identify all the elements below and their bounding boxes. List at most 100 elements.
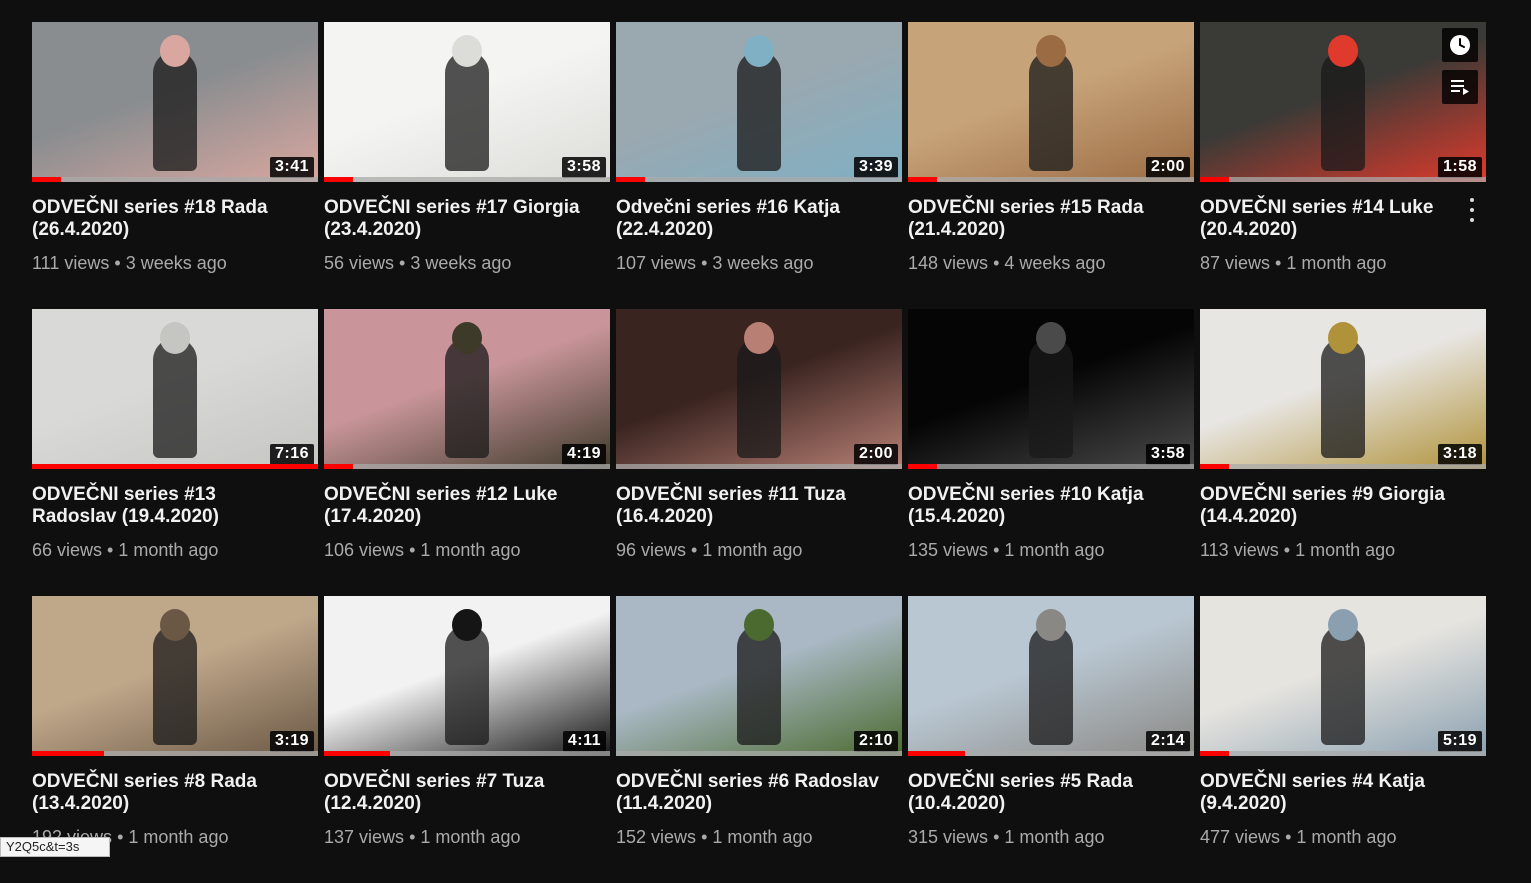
upload-age: 1 month ago [118, 540, 218, 560]
meta-separator: • [1284, 540, 1290, 560]
video-title[interactable]: ODVEČNI series #11 Tuza (16.4.2020) [616, 484, 902, 528]
video-card-12[interactable]: 4:11 ODVEČNI series #7 Tuza (12.4.2020) … [324, 596, 610, 883]
meta-separator: • [409, 540, 415, 560]
video-meta: 152 views • 1 month ago [616, 827, 902, 848]
video-title[interactable]: ODVEČNI series #6 Radoslav (11.4.2020) [616, 771, 902, 815]
video-thumbnail[interactable]: 3:18 [1200, 309, 1486, 469]
video-title[interactable]: ODVEČNI series #4 Katja (9.4.2020) [1200, 771, 1486, 815]
thumbnail-figure-head [744, 322, 774, 354]
meta-separator: • [409, 827, 415, 847]
meta-separator: • [399, 253, 405, 273]
meta-separator: • [701, 827, 707, 847]
upload-age: 1 month ago [1296, 827, 1396, 847]
video-thumbnail[interactable]: 2:10 [616, 596, 902, 756]
thumbnail-figure-head [160, 322, 190, 354]
queue-icon[interactable] [1442, 70, 1478, 104]
thumbnail-figure-head [160, 35, 190, 67]
thumbnail-figure [737, 625, 781, 745]
video-thumbnail[interactable]: 3:19 [32, 596, 318, 756]
video-thumbnail[interactable]: 5:19 [1200, 596, 1486, 756]
thumbnail-figure-head [1328, 609, 1358, 641]
resume-progress-fill [616, 177, 645, 182]
resume-progress-fill [1200, 751, 1229, 756]
thumbnail-figure [1321, 338, 1365, 458]
upload-age: 1 month ago [712, 827, 812, 847]
video-title[interactable]: ODVEČNI series #14 Luke (20.4.2020) [1200, 197, 1486, 241]
thumbnail-figure [153, 625, 197, 745]
video-thumbnail[interactable]: 3:39 [616, 22, 902, 182]
clock-icon[interactable] [1442, 28, 1478, 62]
video-thumbnail[interactable]: 2:14 [908, 596, 1194, 756]
video-title[interactable]: ODVEČNI series #12 Luke (17.4.2020) [324, 484, 610, 528]
thumbnail-figure [1321, 51, 1365, 171]
video-card-1[interactable]: 3:41 ODVEČNI series #18 Rada (26.4.2020)… [32, 22, 318, 309]
video-card-13[interactable]: 2:10 ODVEČNI series #6 Radoslav (11.4.20… [616, 596, 902, 883]
view-count: 96 views [616, 540, 686, 560]
video-meta: 111 views • 3 weeks ago [32, 253, 318, 274]
meta-separator: • [701, 253, 707, 273]
upload-age: 1 month ago [128, 827, 228, 847]
video-title[interactable]: ODVEČNI series #18 Rada (26.4.2020) [32, 197, 318, 241]
video-card-3[interactable]: 3:39 Odvečni series #16 Katja (22.4.2020… [616, 22, 902, 309]
video-thumbnail[interactable]: 3:58 [908, 309, 1194, 469]
video-title[interactable]: ODVEČNI series #9 Giorgia (14.4.2020) [1200, 484, 1486, 528]
view-count: 135 views [908, 540, 988, 560]
thumbnail-figure [153, 338, 197, 458]
video-card-6[interactable]: 7:16 ODVEČNI series #13 Radoslav (19.4.2… [32, 309, 318, 596]
video-title[interactable]: ODVEČNI series #10 Katja (15.4.2020) [908, 484, 1194, 528]
video-card-9[interactable]: 3:58 ODVEČNI series #10 Katja (15.4.2020… [908, 309, 1194, 596]
video-card-2[interactable]: 3:58 ODVEČNI series #17 Giorgia (23.4.20… [324, 22, 610, 309]
video-card-10[interactable]: 3:18 ODVEČNI series #9 Giorgia (14.4.202… [1200, 309, 1486, 596]
video-card-4[interactable]: 2:00 ODVEČNI series #15 Rada (21.4.2020)… [908, 22, 1194, 309]
upload-age: 3 weeks ago [410, 253, 511, 273]
video-title[interactable]: ODVEČNI series #13 Radoslav (19.4.2020) [32, 484, 318, 528]
view-count: 152 views [616, 827, 696, 847]
video-title[interactable]: ODVEČNI series #5 Rada (10.4.2020) [908, 771, 1194, 815]
video-card-5[interactable]: 1:58 ODVEČNI series #14 Luke (20.4.2020)… [1200, 22, 1486, 309]
thumbnail-figure-head [1036, 322, 1066, 354]
meta-separator: • [117, 827, 123, 847]
resume-progress-bar [32, 177, 318, 182]
view-count: 137 views [324, 827, 404, 847]
video-thumbnail[interactable]: 1:58 [1200, 22, 1486, 182]
thumbnail-figure-head [744, 609, 774, 641]
video-card-14[interactable]: 2:14 ODVEČNI series #5 Rada (10.4.2020) … [908, 596, 1194, 883]
upload-age: 1 month ago [1004, 827, 1104, 847]
thumbnail-figure-head [452, 322, 482, 354]
video-title[interactable]: ODVEČNI series #17 Giorgia (23.4.2020) [324, 197, 610, 241]
video-thumbnail[interactable]: 3:41 [32, 22, 318, 182]
resume-progress-bar [1200, 751, 1486, 756]
video-thumbnail[interactable]: 2:00 [908, 22, 1194, 182]
view-count: 66 views [32, 540, 102, 560]
video-meta: 56 views • 3 weeks ago [324, 253, 610, 274]
resume-progress-fill [32, 177, 61, 182]
video-title[interactable]: ODVEČNI series #8 Rada (13.4.2020) [32, 771, 318, 815]
resume-progress-fill [324, 464, 353, 469]
video-thumbnail[interactable]: 4:19 [324, 309, 610, 469]
video-thumbnail[interactable]: 3:58 [324, 22, 610, 182]
video-thumbnail[interactable]: 2:00 [616, 309, 902, 469]
video-title[interactable]: ODVEČNI series #7 Tuza (12.4.2020) [324, 771, 610, 815]
duration-badge: 3:18 [1438, 444, 1482, 465]
duration-badge: 3:41 [270, 157, 314, 178]
video-thumbnail[interactable]: 7:16 [32, 309, 318, 469]
meta-separator: • [114, 253, 120, 273]
upload-age: 1 month ago [702, 540, 802, 560]
video-meta: 135 views • 1 month ago [908, 540, 1194, 561]
video-title[interactable]: Odvečni series #16 Katja (22.4.2020) [616, 197, 902, 241]
more-vert-icon[interactable] [1464, 196, 1480, 224]
duration-badge: 2:10 [854, 731, 898, 752]
video-thumbnail[interactable]: 4:11 [324, 596, 610, 756]
video-card-8[interactable]: 2:00 ODVEČNI series #11 Tuza (16.4.2020)… [616, 309, 902, 596]
thumbnail-figure-head [1328, 322, 1358, 354]
thumbnail-figure-head [1328, 35, 1358, 67]
video-card-7[interactable]: 4:19 ODVEČNI series #12 Luke (17.4.2020)… [324, 309, 610, 596]
video-card-15[interactable]: 5:19 ODVEČNI series #4 Katja (9.4.2020) … [1200, 596, 1486, 883]
view-count: 148 views [908, 253, 988, 273]
resume-progress-bar [908, 177, 1194, 182]
meta-separator: • [993, 827, 999, 847]
resume-progress-bar [908, 751, 1194, 756]
thumbnail-figure [445, 338, 489, 458]
video-title[interactable]: ODVEČNI series #15 Rada (21.4.2020) [908, 197, 1194, 241]
duration-badge: 3:39 [854, 157, 898, 178]
